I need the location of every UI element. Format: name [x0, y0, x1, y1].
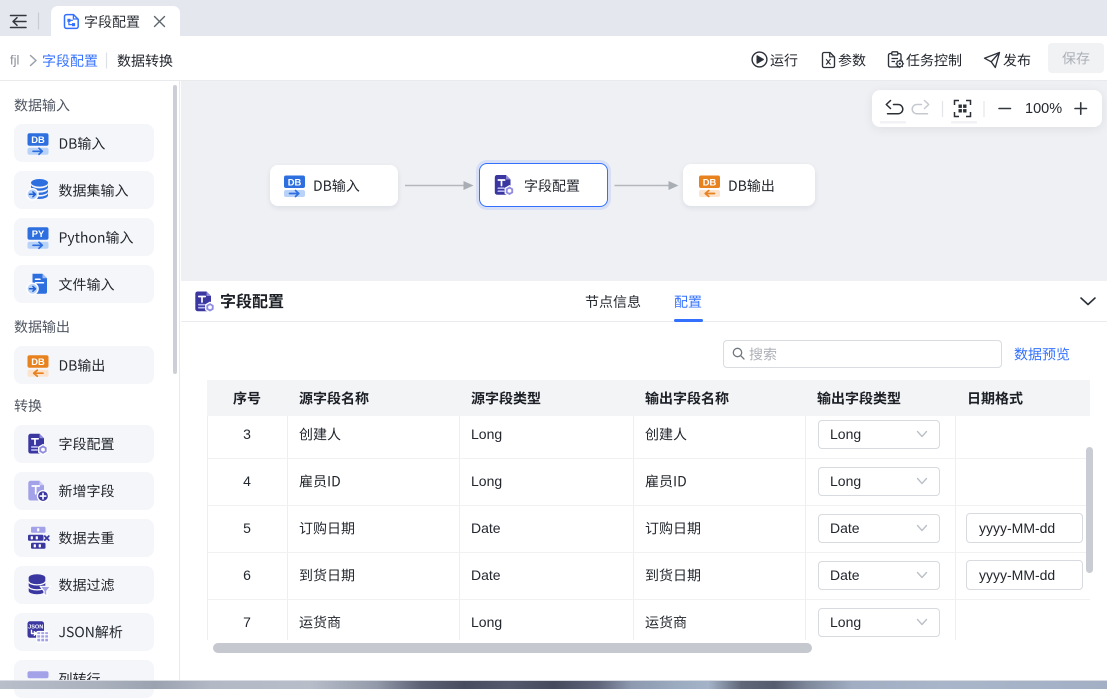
- svg-text:Date: Date: [830, 567, 860, 583]
- svg-text:3: 3: [243, 426, 251, 442]
- svg-text:5: 5: [243, 520, 251, 536]
- svg-text:DB: DB: [31, 134, 45, 145]
- svg-text:DB: DB: [31, 356, 45, 367]
- svg-text:fjl: fjl: [10, 53, 20, 68]
- svg-text:yyyy-MM-dd: yyyy-MM-dd: [979, 567, 1055, 583]
- svg-text:4: 4: [243, 473, 251, 489]
- svg-text:PY: PY: [32, 228, 45, 239]
- svg-text:Long: Long: [830, 473, 861, 489]
- svg-text:DB: DB: [703, 176, 717, 187]
- svg-text:Date: Date: [830, 520, 860, 536]
- svg-text:Long: Long: [830, 614, 861, 630]
- svg-text:JSON: JSON: [28, 625, 43, 631]
- svg-text:DB: DB: [288, 176, 302, 187]
- svg-text:Date: Date: [471, 567, 501, 583]
- svg-text:Date: Date: [471, 520, 501, 536]
- svg-text:yyyy-MM-dd: yyyy-MM-dd: [979, 520, 1055, 536]
- svg-text:7: 7: [243, 614, 251, 630]
- svg-text:6: 6: [243, 567, 251, 583]
- svg-text:Long: Long: [471, 614, 502, 630]
- svg-text:Long: Long: [471, 426, 502, 442]
- svg-text:Long: Long: [830, 426, 861, 442]
- svg-text:Long: Long: [471, 473, 502, 489]
